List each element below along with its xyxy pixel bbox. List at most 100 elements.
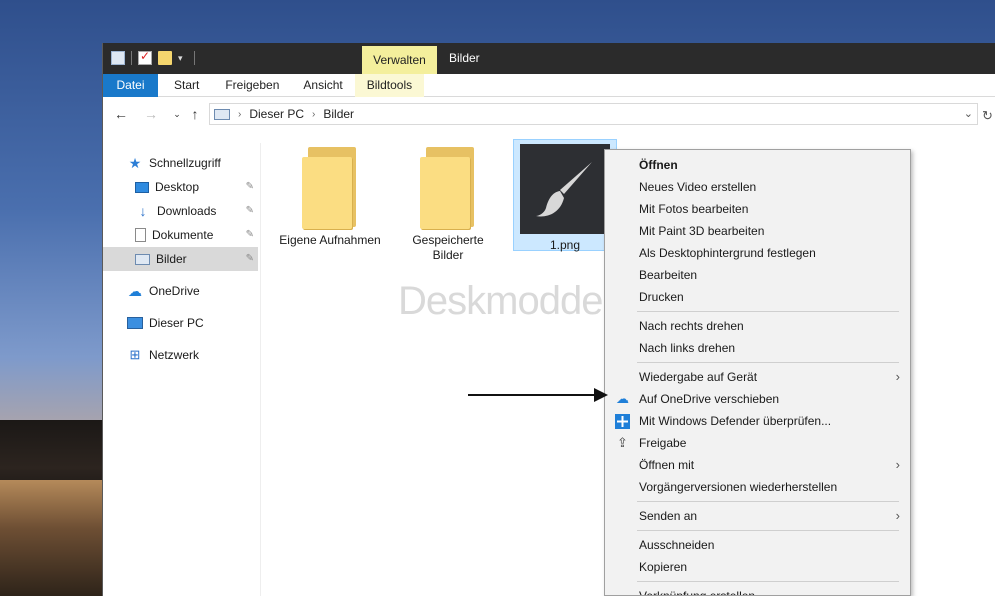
sidebar-item-schnellzugriff[interactable]: ★ Schnellzugriff — [103, 151, 258, 175]
paintbrush-icon — [536, 162, 592, 217]
pc-icon — [127, 317, 143, 329]
sidebar-item-dokumente[interactable]: Dokumente ✎ — [103, 223, 258, 247]
sidebar-item-label: Dokumente — [152, 228, 214, 242]
tab-start[interactable]: Start — [158, 74, 213, 97]
menu-item-bearbeiten[interactable]: Bearbeiten — [605, 264, 910, 286]
sidebar-item-label: Downloads — [157, 204, 217, 218]
folder-item[interactable]: Gespeicherte Bilder — [396, 147, 500, 263]
sidebar-item-bilder[interactable]: Bilder ✎ — [103, 247, 258, 271]
menu-item-label: Auf OneDrive verschieben — [639, 392, 780, 406]
pictures-icon — [135, 253, 150, 265]
annotation-arrow-head — [594, 388, 608, 402]
menu-item-freigabe[interactable]: ⇪ Freigabe — [605, 432, 910, 454]
menu-item-oeffnen[interactable]: Öffnen — [605, 154, 910, 176]
window-icon[interactable] — [111, 51, 125, 65]
desktop-background-water — [0, 480, 110, 596]
folder-icon — [420, 147, 476, 229]
sidebar-item-desktop[interactable]: Desktop ✎ — [103, 175, 258, 199]
sidebar-item-label: Desktop — [155, 180, 200, 194]
menu-item-ausschneiden[interactable]: Ausschneiden — [605, 534, 910, 556]
menu-separator — [637, 311, 899, 312]
desktop-icon — [135, 181, 149, 193]
pin-icon: ✎ — [245, 205, 254, 216]
ribbon-tabs: Datei Start Freigeben Ansicht Bildtools — [103, 74, 995, 97]
network-icon: ⊞ — [129, 347, 141, 362]
navigation-pane: ★ Schnellzugriff Desktop ✎ ↓ Downloads ✎… — [103, 143, 261, 596]
context-menu: Öffnen Neues Video erstellen Mit Fotos b… — [604, 149, 911, 596]
menu-item-oeffnen-mit[interactable]: Öffnen mit › — [605, 454, 910, 476]
menu-item-kopieren[interactable]: Kopieren — [605, 556, 910, 578]
menu-item-label: Senden an — [639, 509, 698, 523]
menu-separator — [637, 530, 899, 531]
file-name: Gespeicherte Bilder — [412, 233, 484, 262]
contextual-tab-header: Verwalten — [362, 46, 437, 74]
window-title: Bilder — [449, 51, 480, 65]
tab-datei[interactable]: Datei — [103, 74, 158, 97]
submenu-arrow-icon: › — [895, 369, 900, 384]
breadcrumb-dieser-pc[interactable]: Dieser PC — [249, 107, 304, 121]
menu-item-vorgaengerversionen[interactable]: Vorgängerversionen wiederherstellen — [605, 476, 910, 498]
pin-icon: ✎ — [245, 181, 254, 192]
menu-separator — [637, 581, 899, 582]
sidebar-item-downloads[interactable]: ↓ Downloads ✎ — [103, 199, 258, 223]
up-arrow-icon[interactable]: ↑ — [187, 106, 203, 122]
breadcrumb-chevron-icon[interactable]: › — [238, 109, 241, 120]
refresh-icon[interactable]: ↻ — [982, 108, 993, 124]
address-dropdown-icon[interactable]: ⌄ — [964, 107, 973, 120]
customize-toolbar-icon[interactable]: ▾ — [178, 51, 188, 65]
pin-icon: ✎ — [245, 253, 254, 264]
title-bar: ▾ Verwalten Bilder — [103, 43, 995, 74]
menu-item-label: Öffnen mit — [639, 458, 695, 472]
sidebar-item-label: Bilder — [156, 252, 187, 266]
menu-item-verknuepfung[interactable]: Verknüpfung erstellen — [605, 585, 910, 595]
pc-icon — [214, 108, 230, 120]
new-folder-icon[interactable] — [158, 51, 172, 65]
pin-icon: ✎ — [245, 229, 254, 240]
image-thumbnail — [520, 144, 610, 234]
cloud-icon: ☁ — [128, 282, 142, 299]
menu-item-label: Mit Windows Defender überprüfen... — [639, 414, 832, 428]
sidebar-item-label: Schnellzugriff — [149, 156, 221, 170]
sidebar-item-dieser-pc[interactable]: Dieser PC — [103, 311, 258, 335]
submenu-arrow-icon: › — [895, 457, 900, 472]
sidebar-item-label: Netzwerk — [149, 348, 200, 362]
cloud-icon: ☁ — [616, 391, 629, 406]
menu-item-mit-fotos[interactable]: Mit Fotos bearbeiten — [605, 198, 910, 220]
tab-ansicht[interactable]: Ansicht — [291, 74, 354, 97]
menu-item-drucken[interactable]: Drucken — [605, 286, 910, 308]
tab-freigeben[interactable]: Freigeben — [213, 74, 291, 97]
properties-icon[interactable] — [138, 49, 152, 65]
address-bar: ← → ⌄ ↑ › Dieser PC › Bilder ⌄ ↻ — [103, 98, 995, 130]
image-file-item[interactable]: 1.png — [513, 139, 617, 252]
back-arrow-icon[interactable]: ← — [113, 106, 129, 122]
toolbar-separator — [131, 51, 132, 65]
menu-item-rechts-drehen[interactable]: Nach rechts drehen — [605, 315, 910, 337]
menu-item-links-drehen[interactable]: Nach links drehen — [605, 337, 910, 359]
sidebar-item-label: OneDrive — [149, 284, 200, 298]
file-name: Eigene Aufnahmen — [279, 233, 381, 247]
breadcrumb-bilder[interactable]: Bilder — [323, 107, 354, 121]
menu-item-neues-video[interactable]: Neues Video erstellen — [605, 176, 910, 198]
folder-item[interactable]: Eigene Aufnahmen — [278, 147, 382, 248]
menu-item-defender[interactable]: Mit Windows Defender überprüfen... — [605, 410, 910, 432]
menu-item-paint-3d[interactable]: Mit Paint 3D bearbeiten — [605, 220, 910, 242]
tab-bildtools[interactable]: Bildtools — [354, 74, 425, 97]
recent-locations-chevron-icon[interactable]: ⌄ — [169, 106, 185, 122]
menu-separator — [637, 362, 899, 363]
sidebar-item-onedrive[interactable]: ☁ OneDrive — [103, 279, 258, 303]
sidebar-item-netzwerk[interactable]: ⊞ Netzwerk — [103, 343, 258, 367]
menu-separator — [637, 501, 899, 502]
toolbar-separator — [194, 51, 195, 65]
document-icon — [135, 228, 146, 242]
share-icon: ⇪ — [617, 435, 628, 450]
address-input[interactable]: › Dieser PC › Bilder ⌄ — [209, 103, 978, 125]
menu-item-desktophintergrund[interactable]: Als Desktophintergrund festlegen — [605, 242, 910, 264]
quick-access-toolbar: ▾ — [111, 49, 195, 65]
menu-item-wiedergabe[interactable]: Wiedergabe auf Gerät › — [605, 366, 910, 388]
breadcrumb-chevron-icon[interactable]: › — [312, 109, 315, 120]
forward-arrow-icon[interactable]: → — [143, 106, 159, 122]
menu-item-label: Wiedergabe auf Gerät — [639, 370, 758, 384]
annotation-arrow-line — [468, 394, 596, 396]
menu-item-onedrive[interactable]: ☁ Auf OneDrive verschieben — [605, 388, 910, 410]
menu-item-senden-an[interactable]: Senden an › — [605, 505, 910, 527]
